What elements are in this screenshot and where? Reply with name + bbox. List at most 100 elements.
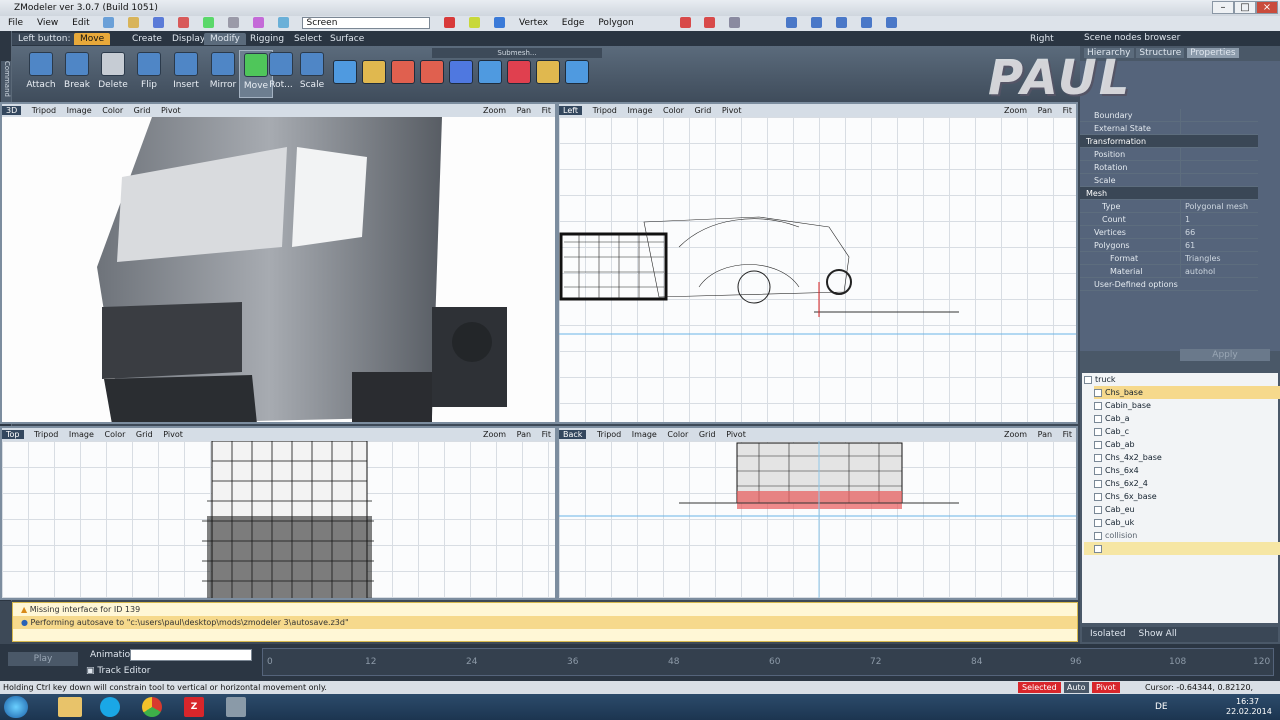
zoom-button[interactable]: Zoom xyxy=(483,430,506,439)
pan-button[interactable]: Pan xyxy=(1038,106,1052,115)
open-icon[interactable] xyxy=(128,17,140,28)
view5-icon[interactable] xyxy=(885,17,897,28)
pivot-menu[interactable]: Pivot xyxy=(726,430,746,439)
app-icon[interactable] xyxy=(226,697,246,717)
tab-rigging[interactable]: Rigging xyxy=(244,33,290,45)
save-icon[interactable] xyxy=(153,17,165,28)
submesh-tool7-icon[interactable] xyxy=(507,60,531,84)
show-all-button[interactable]: Show All xyxy=(1139,629,1177,639)
visibility-checkbox[interactable] xyxy=(1094,401,1102,410)
menu-edit[interactable]: Edit xyxy=(72,18,89,28)
visibility-checkbox[interactable] xyxy=(1094,466,1102,475)
submesh-tool2-icon[interactable] xyxy=(362,60,386,84)
settings-icon[interactable] xyxy=(277,17,289,28)
prop-row-external-state[interactable]: External State xyxy=(1080,122,1258,135)
rotate-button[interactable]: Rot... xyxy=(264,50,298,98)
prop-row-count[interactable]: Count 1 xyxy=(1080,213,1258,226)
axis-y-icon[interactable] xyxy=(469,17,481,28)
delete-button[interactable]: Delete xyxy=(96,50,130,98)
prop-row-user-defined[interactable]: User-Defined options xyxy=(1080,278,1258,291)
prop-row-material[interactable]: Material autohol xyxy=(1080,265,1258,278)
visibility-checkbox[interactable] xyxy=(1094,388,1102,397)
prop-section-mesh[interactable]: Mesh xyxy=(1080,187,1258,200)
tripod-menu[interactable]: Tripod xyxy=(593,106,617,115)
isolated-button[interactable]: Isolated xyxy=(1090,629,1126,639)
left-button-value[interactable]: Move xyxy=(74,33,111,45)
pivot-menu[interactable]: Pivot xyxy=(161,106,181,115)
edge-mode-button[interactable]: Edge xyxy=(562,18,585,28)
axis-x-icon[interactable] xyxy=(444,17,456,28)
submesh-tool3-icon[interactable] xyxy=(391,60,415,84)
tab-select[interactable]: Select xyxy=(288,33,328,45)
tree-node-chs-6x-base[interactable]: Chs_6x_base xyxy=(1094,490,1280,503)
viewport-3d-canvas[interactable] xyxy=(2,117,555,422)
polygon-mode-button[interactable]: Polygon xyxy=(598,18,633,28)
tree-node-cab-ab[interactable]: Cab_ab xyxy=(1094,438,1280,451)
fit-button[interactable]: Fit xyxy=(542,106,551,115)
tab-properties[interactable]: Properties xyxy=(1187,48,1239,58)
prop-row-type[interactable]: Type Polygonal mesh xyxy=(1080,200,1258,213)
color-menu[interactable]: Color xyxy=(102,106,123,115)
visibility-checkbox[interactable] xyxy=(1094,440,1102,449)
visibility-checkbox[interactable] xyxy=(1094,531,1102,540)
tree-node-chs-base[interactable]: Chs_base xyxy=(1094,386,1280,399)
color-menu[interactable]: Color xyxy=(667,430,688,439)
pivot-button[interactable]: Pivot xyxy=(1092,682,1120,693)
fit-button[interactable]: Fit xyxy=(1063,430,1072,439)
viewport-top[interactable]: Top Tripod Image Color Grid Pivot Zoom P… xyxy=(0,426,557,600)
render-icon[interactable] xyxy=(252,17,264,28)
tree-node-cabin-base[interactable]: Cabin_base xyxy=(1094,399,1280,412)
view4-icon[interactable] xyxy=(860,17,872,28)
tab-surface[interactable]: Surface xyxy=(324,33,370,45)
tree-node-truck[interactable]: truck xyxy=(1084,373,1280,386)
tree-node-chs-6x2-4[interactable]: Chs_6x2_4 xyxy=(1094,477,1280,490)
maximize-button[interactable]: □ xyxy=(1234,1,1256,14)
tripod-menu[interactable]: Tripod xyxy=(34,430,58,439)
zoom-button[interactable]: Zoom xyxy=(1004,106,1027,115)
tree-node-chs-4x2-base[interactable]: Chs_4x2_base xyxy=(1094,451,1280,464)
language-indicator[interactable]: DE xyxy=(1155,702,1168,712)
prop-row-polygons[interactable]: Polygons 61 xyxy=(1080,239,1258,252)
link-icon[interactable] xyxy=(729,17,741,28)
mirror-button[interactable]: Mirror xyxy=(206,50,240,98)
pan-button[interactable]: Pan xyxy=(517,106,531,115)
screen-select[interactable]: Screen xyxy=(302,16,431,29)
minimize-button[interactable]: – xyxy=(1212,1,1234,14)
viewport-back[interactable]: Back Tripod Image Color Grid Pivot Zoom … xyxy=(557,426,1078,600)
tool-icon[interactable] xyxy=(227,17,239,28)
new-icon[interactable] xyxy=(103,17,115,28)
tripod-menu[interactable]: Tripod xyxy=(32,106,56,115)
record2-icon[interactable] xyxy=(704,17,716,28)
zoom-button[interactable]: Zoom xyxy=(483,106,506,115)
grid-menu[interactable]: Grid xyxy=(694,106,711,115)
fit-button[interactable]: Fit xyxy=(1063,106,1072,115)
prop-row-rotation[interactable]: Rotation xyxy=(1080,161,1258,174)
submesh-tool9-icon[interactable] xyxy=(565,60,589,84)
tree-node-cab-a[interactable]: Cab_a xyxy=(1094,412,1280,425)
zoom-button[interactable]: Zoom xyxy=(1004,430,1027,439)
visibility-checkbox[interactable] xyxy=(1094,492,1102,501)
play-button[interactable]: Play xyxy=(8,652,78,666)
attach-button[interactable]: Attach xyxy=(24,50,58,98)
visibility-checkbox[interactable] xyxy=(1094,453,1102,462)
fit-button[interactable]: Fit xyxy=(542,430,551,439)
redo-icon[interactable] xyxy=(202,17,214,28)
view3-icon[interactable] xyxy=(835,17,847,28)
prop-row-scale[interactable]: Scale xyxy=(1080,174,1258,187)
visibility-checkbox[interactable] xyxy=(1094,544,1102,553)
axis-z-icon[interactable] xyxy=(494,17,506,28)
explorer-icon[interactable] xyxy=(58,697,82,717)
grid-menu[interactable]: Grid xyxy=(134,106,151,115)
tab-structure[interactable]: Structure xyxy=(1136,48,1185,58)
tree-node-chs-6x4[interactable]: Chs_6x4 xyxy=(1094,464,1280,477)
image-menu[interactable]: Image xyxy=(69,430,94,439)
viewport-3d[interactable]: 3D Tripod Image Color Grid Pivot Zoom Pa… xyxy=(0,102,557,424)
close-button[interactable]: × xyxy=(1256,1,1278,14)
prop-row-vertices[interactable]: Vertices 66 xyxy=(1080,226,1258,239)
pivot-menu[interactable]: Pivot xyxy=(163,430,183,439)
submesh-tool5-icon[interactable] xyxy=(449,60,473,84)
submesh-tool6-icon[interactable] xyxy=(478,60,502,84)
selected-badge[interactable]: Selected xyxy=(1018,682,1061,693)
visibility-checkbox[interactable] xyxy=(1094,427,1102,436)
grid-menu[interactable]: Grid xyxy=(136,430,153,439)
